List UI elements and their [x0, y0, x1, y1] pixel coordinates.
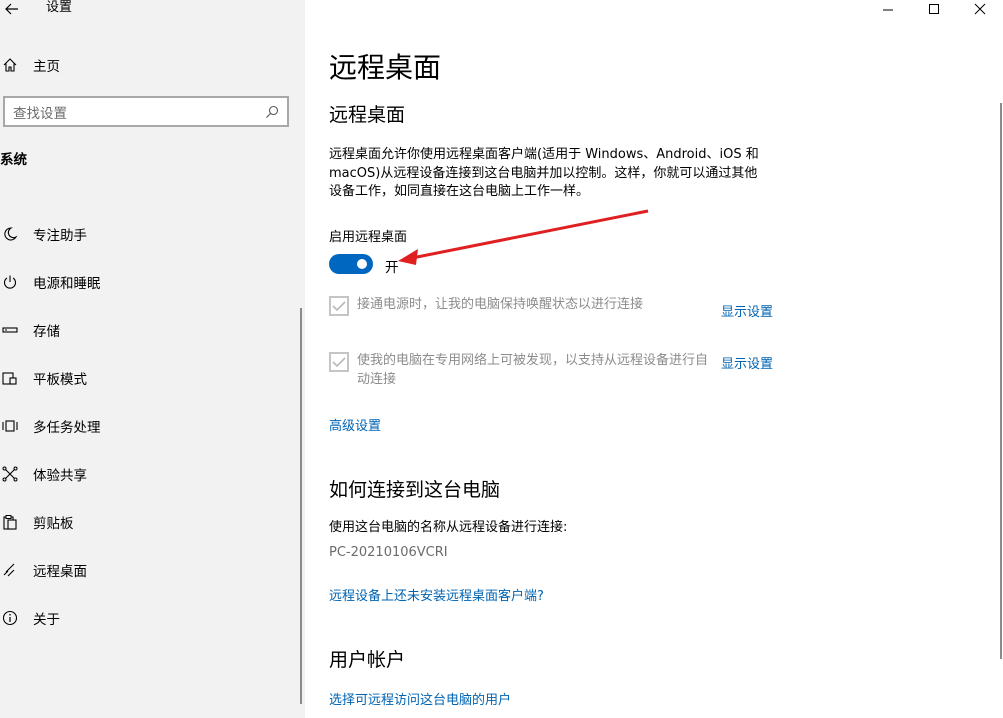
sidebar-item-label: 专注助手: [33, 228, 87, 244]
search-icon: [266, 105, 279, 118]
sidebar-item-clipboard[interactable]: 剪贴板: [0, 498, 300, 546]
sidebar-item-multitasking[interactable]: 多任务处理: [0, 402, 300, 450]
sidebar-item-power-sleep[interactable]: 电源和睡眠: [0, 258, 300, 306]
enable-remote-desktop-toggle[interactable]: [329, 254, 373, 274]
sidebar-item-label: 多任务处理: [33, 420, 101, 436]
display-settings-link-2[interactable]: 显示设置: [721, 353, 773, 372]
client-not-installed-link[interactable]: 远程设备上还未安装远程桌面客户端?: [329, 585, 544, 604]
tablet-icon: [0, 366, 24, 390]
minimize-icon: [883, 9, 893, 11]
advanced-settings-link[interactable]: 高级设置: [329, 415, 381, 434]
maximize-button[interactable]: [911, 0, 957, 18]
minimize-button[interactable]: [865, 0, 911, 18]
sidebar-item-shared-experiences[interactable]: 体验共享: [0, 450, 300, 498]
sidebar-item-label: 平板模式: [33, 372, 87, 388]
window-controls: [865, 0, 1003, 18]
storage-icon: [0, 318, 24, 342]
close-button[interactable]: [957, 0, 1003, 18]
toggle-label: 启用远程桌面: [329, 230, 408, 245]
connect-instruction: 使用这台电脑的名称从远程设备进行连接:: [329, 520, 568, 535]
search-placeholder: 查找设置: [13, 105, 67, 122]
search-input[interactable]: 查找设置: [3, 96, 289, 127]
moon-icon: [0, 222, 24, 246]
keep-awake-option: 接通电源时，让我的电脑保持唤醒状态以进行连接: [329, 296, 717, 316]
power-icon: [0, 270, 24, 294]
sidebar-item-storage[interactable]: 存储: [0, 306, 300, 354]
sidebar-item-label: 远程桌面: [33, 564, 87, 580]
home-icon: [0, 53, 24, 77]
sidebar-item-label: 关于: [33, 612, 60, 628]
sidebar: 设置 主页 查找设置 系统 专注助手 电源和睡眠 存储 平板模式 多任务处理 体…: [0, 0, 305, 718]
discoverable-option: 使我的电脑在专用网络上可被发现，以支持从远程设备进行自动连接: [329, 352, 717, 389]
discoverable-checkbox[interactable]: [329, 352, 349, 372]
checkmark-icon: [332, 357, 346, 368]
remote-desktop-icon: [0, 558, 24, 582]
section-label: 系统: [0, 152, 27, 168]
back-arrow-icon: [5, 3, 18, 15]
select-users-link[interactable]: 选择可远程访问这台电脑的用户: [329, 689, 511, 708]
main-content: 远程桌面 远程桌面 远程桌面允许你使用远程桌面客户端(适用于 Windows、A…: [305, 0, 1003, 718]
info-icon: [0, 606, 24, 630]
sidebar-item-about[interactable]: 关于: [0, 594, 300, 642]
close-icon: [974, 3, 986, 15]
sidebar-item-label: 主页: [33, 59, 60, 75]
sidebar-nav: 专注助手 电源和睡眠 存储 平板模式 多任务处理 体验共享 剪贴板 远程桌面 关…: [0, 210, 300, 642]
sidebar-item-focus-assist[interactable]: 专注助手: [0, 210, 300, 258]
clipboard-icon: [0, 510, 24, 534]
section-heading-remote-desktop: 远程桌面: [329, 104, 406, 126]
maximize-icon: [929, 4, 939, 14]
main-scrollbar[interactable]: [1000, 103, 1002, 659]
app-title: 设置: [46, 0, 73, 15]
remote-desktop-description: 远程桌面允许你使用远程桌面客户端(适用于 Windows、Android、iOS…: [329, 147, 759, 199]
sidebar-item-label: 存储: [33, 324, 60, 340]
sidebar-scrollbar[interactable]: [300, 308, 302, 704]
discoverable-text: 使我的电脑在专用网络上可被发现，以支持从远程设备进行自动连接: [357, 353, 709, 387]
sidebar-item-remote-desktop[interactable]: 远程桌面: [0, 546, 300, 594]
multitask-icon: [0, 414, 24, 438]
pc-name: PC-20210106VCRI: [329, 545, 448, 560]
page-title: 远程桌面: [329, 51, 442, 84]
keep-awake-checkbox[interactable]: [329, 296, 349, 316]
display-settings-link-1[interactable]: 显示设置: [721, 301, 773, 320]
toggle-state-label: 开: [385, 260, 399, 276]
sidebar-item-tablet-mode[interactable]: 平板模式: [0, 354, 300, 402]
keep-awake-text: 接通电源时，让我的电脑保持唤醒状态以进行连接: [357, 297, 644, 312]
section-heading-user-accounts: 用户帐户: [329, 649, 406, 671]
toggle-knob: [357, 259, 367, 269]
share-icon: [0, 462, 24, 486]
checkmark-icon: [332, 301, 346, 312]
sidebar-item-label: 电源和睡眠: [33, 276, 101, 292]
sidebar-item-label: 体验共享: [33, 468, 87, 484]
section-heading-how-to-connect: 如何连接到这台电脑: [329, 479, 501, 501]
sidebar-item-label: 剪贴板: [33, 516, 74, 532]
sidebar-item-home[interactable]: 主页: [0, 52, 300, 78]
back-button[interactable]: [0, 0, 24, 18]
